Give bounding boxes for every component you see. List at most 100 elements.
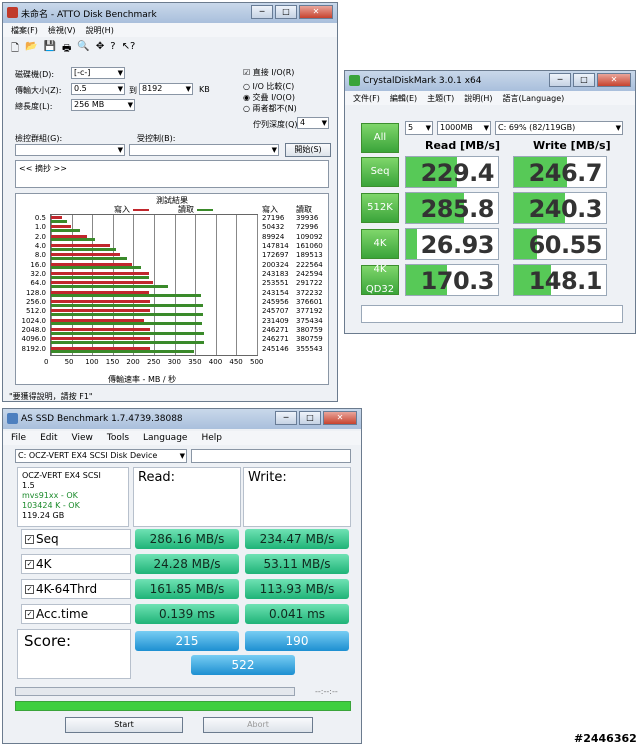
- row-checkbox[interactable]: ✓: [25, 610, 34, 619]
- abort-button[interactable]: Abort: [203, 717, 313, 733]
- elapsed-time: --:--:--: [315, 687, 338, 696]
- y-tick-label: 1024.0: [21, 316, 47, 325]
- crystal-row-label[interactable]: 512K: [361, 193, 399, 223]
- crystal-menu-language[interactable]: 語言(Language): [503, 93, 565, 104]
- y-tick-label: 64.0: [30, 279, 46, 288]
- new-file-icon[interactable]: 🗋: [11, 41, 19, 58]
- crystal-menu-file[interactable]: 文件(F): [353, 93, 380, 104]
- crystal-write-number: 240.3: [528, 195, 603, 223]
- to-label: 到: [129, 86, 137, 95]
- x-tick-label: 500: [250, 358, 264, 366]
- row-checkbox[interactable]: ✓: [25, 585, 34, 594]
- overlapped-io-radio[interactable]: ◉ 交叠 I/O(O): [243, 92, 295, 103]
- crystal-minimize-button[interactable]: ─: [549, 73, 571, 87]
- crystal-titlebar[interactable]: CrystalDiskMark 3.0.1 x64 ─ □ ✕: [345, 71, 635, 91]
- read-value: 72996: [296, 223, 319, 232]
- open-folder-icon[interactable]: 📂: [25, 41, 37, 58]
- transfer-from-select[interactable]: 0.5 ▼: [71, 83, 125, 95]
- total-length-label: 總長度(L):: [15, 102, 53, 111]
- test-drive-select[interactable]: C: 69% (82/119GB) ▼: [495, 121, 623, 135]
- direct-io-checkbox[interactable]: ☑ 直接 I/O(R): [243, 67, 294, 78]
- queue-depth-select[interactable]: 4 ▼: [297, 117, 329, 129]
- asssd-row-label[interactable]: ✓ Seq: [21, 529, 131, 549]
- y-tick-label: 1.0: [34, 223, 46, 232]
- help-icon[interactable]: ?: [110, 41, 115, 58]
- drive-select[interactable]: [-c-] ▼: [71, 67, 125, 79]
- crystal-menu-theme[interactable]: 主題(T): [427, 93, 454, 104]
- score-total: 522: [191, 655, 295, 675]
- row-checkbox[interactable]: ✓: [25, 535, 34, 544]
- y-tick-label: 0.5: [34, 214, 46, 222]
- crystal-write-number: 60.55: [528, 231, 603, 259]
- atto-titlebar[interactable]: 未命名 - ATTO Disk Benchmark ─ □ ✕: [3, 3, 337, 23]
- read-value: 242594: [296, 270, 323, 278]
- crystal-menu-help[interactable]: 說明(H): [464, 93, 492, 104]
- menu-help[interactable]: 說明(H): [86, 25, 114, 36]
- asssd-menu-file[interactable]: File: [11, 433, 26, 443]
- asssd-row-label[interactable]: ✓ 4K-64Thrd: [21, 579, 131, 599]
- crystal-read-value: 170.3: [405, 264, 499, 296]
- asssd-menu-language[interactable]: Language: [143, 433, 187, 443]
- restricted-select[interactable]: ▼: [129, 144, 279, 156]
- write-value: 27196: [262, 214, 285, 222]
- crystal-row-label[interactable]: Seq: [361, 157, 399, 187]
- asssd-menu-tools[interactable]: Tools: [107, 433, 129, 443]
- save-icon[interactable]: 💾: [44, 41, 56, 58]
- all-button[interactable]: All: [361, 123, 399, 153]
- context-help-icon[interactable]: ↖?: [122, 41, 136, 58]
- minimize-button[interactable]: ─: [251, 5, 273, 19]
- read-value: 291722: [296, 279, 323, 288]
- move-icon[interactable]: ✥: [96, 41, 104, 58]
- read-value: 355543: [296, 344, 323, 353]
- crystal-row-label[interactable]: 4K QD32: [361, 265, 399, 295]
- close-button[interactable]: ✕: [299, 5, 333, 19]
- asssd-app-icon: [7, 413, 18, 424]
- menu-file[interactable]: 檔案(F): [11, 25, 38, 36]
- test-size-select[interactable]: 1000MB ▼: [437, 121, 491, 135]
- device-select[interactable]: C: OCZ-VERT EX4 SCSI Disk Device ▼: [15, 449, 187, 463]
- transfer-size-label: 傳輸大小(Z):: [15, 86, 62, 95]
- asssd-row-label[interactable]: ✓ 4K: [21, 554, 131, 574]
- device-extra-field[interactable]: [191, 449, 351, 463]
- y-tick-label: 4.0: [34, 242, 46, 250]
- asssd-close-button[interactable]: ✕: [323, 411, 357, 425]
- read-legend-swatch: [196, 208, 213, 211]
- crystal-close-button[interactable]: ✕: [597, 73, 631, 87]
- crystal-menu-edit[interactable]: 編輯(E): [390, 93, 417, 104]
- print-icon[interactable]: 🖶: [62, 41, 71, 58]
- asssd-titlebar[interactable]: AS SSD Benchmark 1.7.4739.38088 ─ □ ✕: [3, 409, 361, 429]
- y-tick-label: 32.0: [30, 270, 46, 278]
- neither-radio[interactable]: ○ 兩者都不(N): [243, 103, 297, 114]
- y-tick-label: 8.0: [34, 251, 46, 260]
- read-bar: [51, 312, 203, 316]
- test-count-select[interactable]: 5 ▼: [405, 121, 433, 135]
- menu-view[interactable]: 檢視(V): [48, 25, 76, 36]
- asssd-maximize-button[interactable]: □: [299, 411, 321, 425]
- control-group-select[interactable]: ▼: [15, 144, 125, 156]
- crystal-read-value: 229.4: [405, 156, 499, 188]
- start-button-asssd[interactable]: Start: [65, 717, 183, 733]
- asssd-minimize-button[interactable]: ─: [275, 411, 297, 425]
- asssd-row-label[interactable]: ✓ Acc.time: [21, 604, 131, 624]
- crystal-maximize-button[interactable]: □: [573, 73, 595, 87]
- write-value: 253551: [262, 279, 289, 288]
- y-tick-label: 2048.0: [21, 326, 47, 334]
- asssd-read-value: 161.85 MB/s: [135, 579, 239, 599]
- notes-box[interactable]: << 摘抄 >>: [15, 160, 329, 188]
- row-checkbox[interactable]: ✓: [25, 560, 34, 569]
- asssd-menu-help[interactable]: Help: [201, 433, 222, 443]
- io-compare-radio[interactable]: ○ I/O 比較(C): [243, 81, 294, 92]
- transfer-to-select[interactable]: 8192 ▼: [139, 83, 193, 95]
- atto-plot-area: [50, 214, 258, 356]
- maximize-button[interactable]: □: [275, 5, 297, 19]
- start-button[interactable]: 開始(S): [285, 143, 331, 157]
- crystal-comment-box[interactable]: [361, 305, 623, 323]
- asssd-menu-edit[interactable]: Edit: [40, 433, 57, 443]
- read-bar: [51, 238, 95, 242]
- notes-text: << 摘抄 >>: [19, 164, 67, 173]
- crystal-row-label[interactable]: 4K: [361, 229, 399, 259]
- print-preview-icon[interactable]: 🔍: [77, 41, 89, 58]
- total-length-select[interactable]: 256 MB ▼: [71, 99, 135, 111]
- asssd-menu-view[interactable]: View: [72, 433, 93, 443]
- write-value: 243183: [262, 270, 289, 278]
